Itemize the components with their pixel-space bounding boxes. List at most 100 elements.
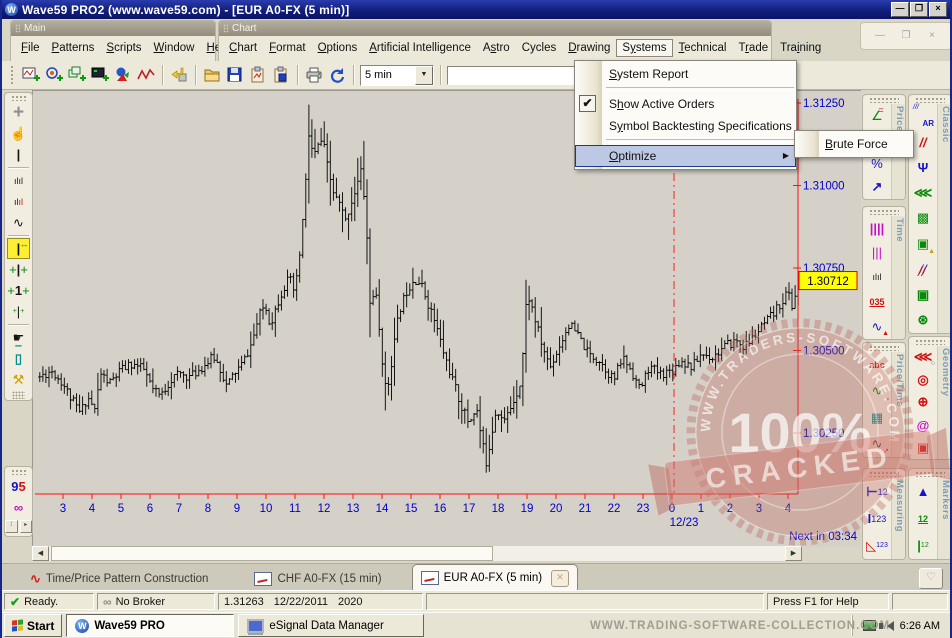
new-astro-button[interactable] (44, 65, 64, 85)
mdi-close-button[interactable]: × (922, 29, 942, 44)
delete-tool[interactable]: ▯▔ (5, 348, 32, 369)
new-chart-button[interactable] (21, 65, 41, 85)
time-counts-icon[interactable]: 035 (863, 290, 891, 315)
chart-panel-header[interactable]: Chart (219, 21, 771, 36)
bar-width-tool[interactable]: +1+ (5, 280, 32, 301)
wave-tool[interactable]: ∞ (5, 497, 32, 518)
menu-item-system-report[interactable]: System Report (575, 63, 796, 85)
time-lines-icon[interactable]: |||| (863, 216, 891, 241)
width-ruler-icon[interactable]: ⊢12 (863, 478, 891, 505)
scroll-right-button[interactable]: ▶ (785, 546, 802, 561)
menu-artificial-intelligence[interactable]: Artificial Intelligence (363, 39, 477, 57)
menu-technical[interactable]: Technical (673, 39, 733, 57)
chevron-down-icon[interactable]: ▼ (415, 66, 433, 85)
pan-tool[interactable]: ☝ (5, 123, 32, 144)
text-label-icon[interactable]: abc (863, 352, 891, 378)
tab-close-button[interactable]: ✕ (551, 570, 569, 587)
settings-tool[interactable]: ⚒ (5, 369, 32, 390)
horizontal-scrollbar[interactable]: ◀ ▶ (32, 546, 802, 561)
copy-chart-button[interactable] (248, 65, 268, 85)
interval-select[interactable]: 5 min ▼ (360, 65, 434, 86)
line-style-tool[interactable]: ∿ (5, 212, 32, 233)
menu-patterns[interactable]: Patterns (46, 39, 101, 57)
height-ruler-icon[interactable]: I123 (863, 505, 891, 532)
time-bars-icon[interactable]: ılıl (863, 265, 891, 290)
menu-systems[interactable]: Systems (616, 39, 672, 57)
grid-icon[interactable]: ▦ (863, 405, 891, 431)
pattern-icon[interactable]: ∿▫ (863, 378, 891, 404)
minimize-button[interactable]: — (891, 2, 909, 17)
start-button[interactable]: Start (4, 614, 62, 637)
menu-window[interactable]: Window (148, 39, 201, 57)
nine-five-tool[interactable]: 95 (5, 476, 32, 497)
pointer-tool[interactable]: ☛ (5, 327, 32, 348)
crosshair-tool[interactable]: + (5, 102, 32, 123)
close-button[interactable]: × (929, 2, 947, 17)
swing-icon[interactable]: ↗ (863, 175, 891, 199)
bar-marker-icon[interactable]: |12 (909, 532, 937, 559)
speaker-icon[interactable] (882, 621, 894, 631)
open-file-button[interactable] (202, 65, 222, 85)
scrollbar-thumb[interactable] (51, 546, 493, 561)
menu-file[interactable]: File (15, 39, 46, 57)
menu-item-brute-force[interactable]: Brute Force (795, 133, 913, 155)
palette-scroll-button[interactable]: ▸ (20, 520, 33, 533)
angle-ruler-icon[interactable]: ◺123 (863, 532, 891, 559)
tab-eur-a0-fx-5-min[interactable]: EUR A0-FX (5 min)✕ (412, 564, 578, 591)
bar-spacing-tool[interactable]: +|+ (5, 259, 32, 280)
taskbar-item-esignal[interactable]: eSignal Data Manager (238, 614, 424, 637)
save-chart-button[interactable] (271, 65, 291, 85)
bars-style-tool[interactable]: ılıl (5, 170, 32, 191)
expand-bars-tool[interactable]: |↔ (7, 238, 30, 259)
restore-button[interactable]: ❐ (910, 2, 928, 17)
projection-icon[interactable]: ∿↗ (863, 431, 891, 457)
menu-trade[interactable]: Trade (732, 39, 774, 57)
globe-scan-icon[interactable]: ⊛ (909, 308, 937, 333)
menu-drawing[interactable]: Drawing (562, 39, 616, 57)
menu-training[interactable]: Training (774, 39, 827, 57)
vertical-bar-tool[interactable]: | (5, 144, 32, 165)
fan-icon[interactable]: ⋘ (909, 180, 937, 205)
retracement-icon[interactable]: ∠= (863, 104, 891, 128)
menu-chart[interactable]: Chart (223, 39, 263, 57)
favorites-button[interactable]: ♡ (919, 568, 943, 589)
pitchfork-icon[interactable]: Ψ (909, 155, 937, 180)
circles-icon[interactable]: ◎ (909, 369, 937, 392)
main-panel-header[interactable]: Main (11, 21, 215, 36)
geo-fan-icon[interactable]: ⋘○ (909, 346, 937, 369)
menu-item-symbol-backtesting-specifications[interactable]: Symbol Backtesting Specifications (575, 115, 796, 137)
tab-chf-a0-fx-15-min[interactable]: CHF A0-FX (15 min) (246, 567, 389, 591)
mdi-restore-button[interactable]: ❐ (896, 29, 916, 44)
bars-highlight-tool[interactable]: ılıl (5, 191, 32, 212)
scroll-left-button[interactable]: ◀ (32, 546, 49, 561)
menu-format[interactable]: Format (263, 39, 311, 57)
menu-item-optimize[interactable]: Optimize▶ (575, 145, 796, 167)
alert-window-icon[interactable]: ▣▲ (909, 231, 937, 256)
save-button[interactable] (225, 65, 245, 85)
time-cycle-icon[interactable]: ∿▲ (863, 314, 891, 339)
alert-button[interactable] (169, 65, 189, 85)
price-marker-icon[interactable]: 12 (909, 505, 937, 532)
new-console-button[interactable] (90, 65, 110, 85)
refresh-button[interactable] (327, 65, 347, 85)
taskbar-item-wave59[interactable]: W Wave59 PRO (66, 614, 234, 637)
menu-scripts[interactable]: Scripts (100, 39, 147, 57)
mdi-minimize-button[interactable]: — (870, 29, 890, 44)
menu-options[interactable]: Options (312, 39, 364, 57)
tab-time-price-pattern-construction[interactable]: ∿Time/Price Pattern Construction (22, 567, 216, 591)
gann-grid-icon[interactable]: ▩ (909, 206, 937, 231)
spiral-icon[interactable]: @ (909, 414, 937, 437)
menu-astro[interactable]: Astro (477, 39, 516, 57)
print-button[interactable] (304, 65, 324, 85)
andrews-lines-icon[interactable]: ///AR (909, 104, 937, 129)
ellipse-icon[interactable]: ⊕ (909, 391, 937, 414)
menu-item-show-active-orders[interactable]: Show Active Orders✔ (575, 93, 796, 115)
time-lines-thin-icon[interactable]: ||| (863, 241, 891, 266)
zigzag-button[interactable] (136, 65, 156, 85)
new-layout-button[interactable] (67, 65, 87, 85)
square-spiral-icon[interactable]: ▣ (909, 282, 937, 307)
compress-bars-tool[interactable]: +|+ (5, 301, 32, 322)
channel-icon[interactable]: //// (909, 257, 937, 282)
paint-button[interactable] (113, 65, 133, 85)
square-target-icon[interactable]: ▣ (909, 436, 937, 459)
